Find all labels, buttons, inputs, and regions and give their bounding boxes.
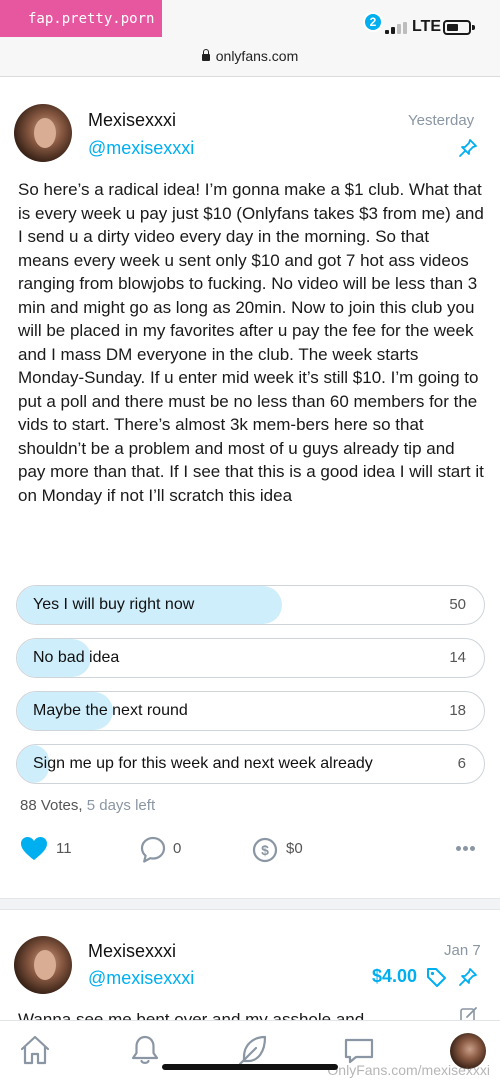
- signal-icon: [385, 22, 407, 34]
- poll-option-label: No bad idea: [33, 649, 120, 666]
- poll-option-label: Yes I will buy right now: [33, 596, 195, 613]
- poll-option[interactable]: Yes I will buy right now 50: [16, 585, 485, 625]
- tip-icon[interactable]: $: [252, 837, 278, 863]
- poll-votes: 88 Votes,: [20, 797, 83, 814]
- author-handle[interactable]: @mexisexxxi: [88, 968, 194, 989]
- poll-summary: 88 Votes, 5 days left: [20, 797, 155, 814]
- post-divider: [0, 898, 500, 910]
- browser-url-bar[interactable]: onlyfans.com: [0, 45, 500, 77]
- watermark-label: fap.pretty.porn: [0, 0, 162, 37]
- poll-option[interactable]: No bad idea 14: [16, 638, 485, 678]
- poll-option-count: 6: [457, 755, 466, 772]
- battery-icon: [443, 20, 475, 35]
- poll-time-left: 5 days left: [86, 797, 156, 814]
- pin-icon[interactable]: [458, 138, 478, 158]
- author-name[interactable]: Mexisexxxi: [88, 110, 176, 131]
- lock-icon: [201, 49, 210, 61]
- poll-option-label: Sign me up for this week and next week a…: [33, 755, 373, 772]
- poll-option-label: Maybe the next round: [33, 702, 188, 719]
- more-options-icon[interactable]: [456, 846, 476, 852]
- poll-option[interactable]: Sign me up for this week and next week a…: [16, 744, 485, 784]
- author-handle[interactable]: @mexisexxxi: [88, 138, 194, 159]
- poll-option-count: 18: [449, 702, 466, 719]
- poll-option[interactable]: Maybe the next round 18: [16, 691, 485, 731]
- post-time[interactable]: Yesterday: [408, 112, 474, 129]
- author-avatar[interactable]: [14, 936, 72, 994]
- poll-option-count: 50: [449, 596, 466, 613]
- comment-count: 0: [173, 840, 182, 857]
- price-tag-icon: [427, 968, 446, 987]
- url-display[interactable]: onlyfans.com: [0, 48, 500, 64]
- network-label: LTE: [412, 18, 442, 35]
- heart-icon[interactable]: [20, 836, 48, 862]
- home-indicator[interactable]: [162, 1064, 338, 1070]
- footer-watermark: OnlyFans.com/mexisexxxi: [327, 1062, 490, 1078]
- messages-badge: 2: [363, 12, 383, 32]
- home-icon[interactable]: [18, 1033, 52, 1067]
- bell-icon[interactable]: [128, 1033, 162, 1067]
- poll-option-count: 14: [449, 649, 466, 666]
- author-name[interactable]: Mexisexxxi: [88, 941, 176, 962]
- post-actions: 11 0 $ $0: [0, 830, 500, 870]
- post-price: $4.00: [372, 966, 418, 986]
- post-time[interactable]: Jan 7: [444, 942, 481, 959]
- pin-icon[interactable]: [458, 967, 478, 987]
- url-text: onlyfans.com: [215, 48, 299, 64]
- comment-icon[interactable]: [140, 836, 166, 864]
- page: LTE fap.pretty.porn onlyfans.com Mexisex…: [0, 0, 500, 1080]
- tip-amount: $0: [286, 840, 303, 857]
- svg-text:$: $: [261, 842, 269, 858]
- author-avatar[interactable]: [14, 104, 72, 162]
- like-count: 11: [56, 840, 72, 857]
- feather-icon[interactable]: [236, 1033, 270, 1067]
- post-text: So here’s a radical idea! I’m gonna make…: [18, 180, 484, 505]
